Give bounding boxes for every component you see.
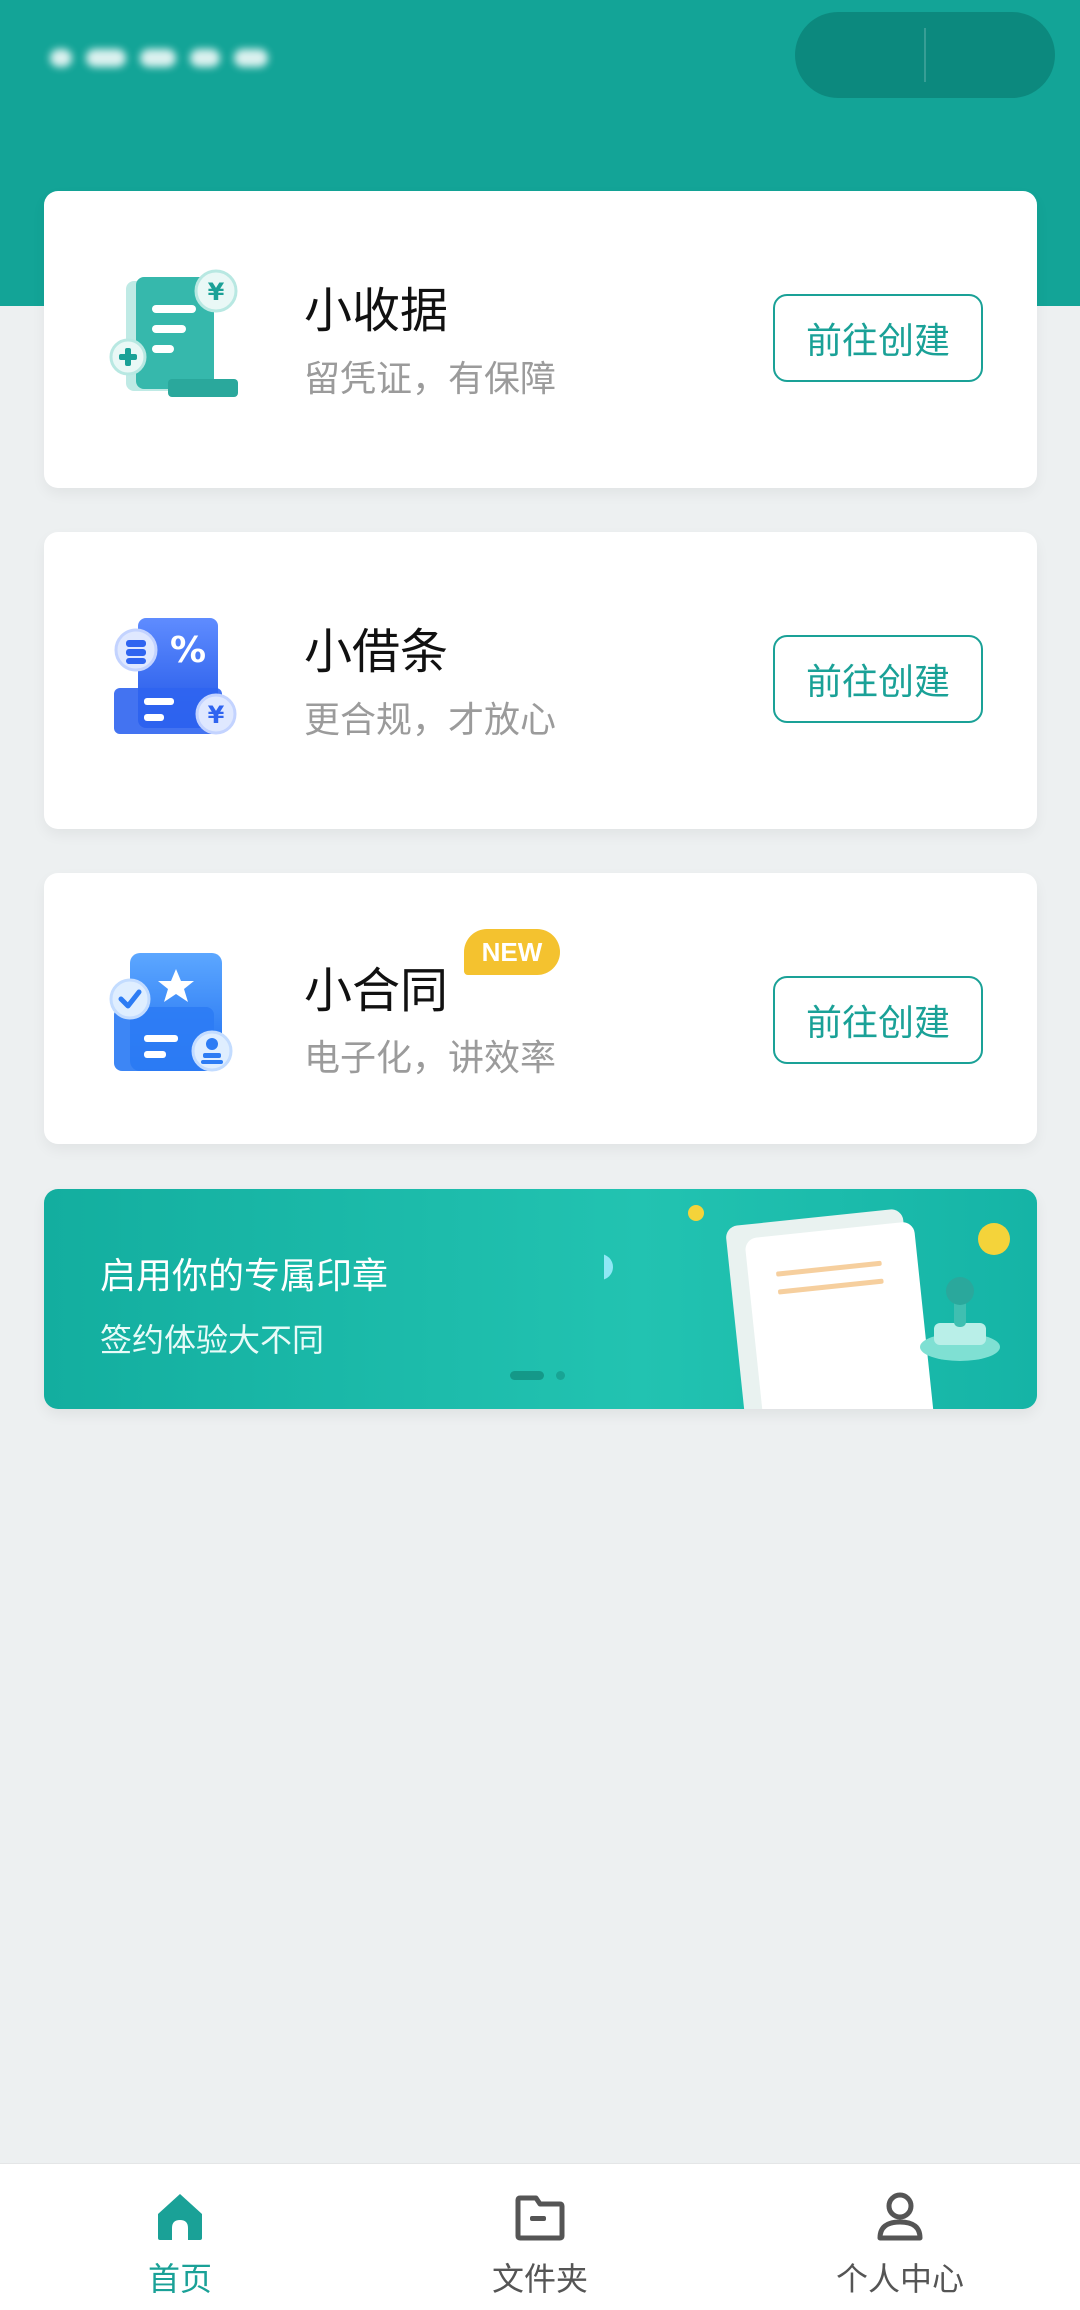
tab-label: 首页 [147,2260,212,2298]
svg-text:%: % [170,630,206,671]
card-contract: NEW 小合同 电子化，讲效率 前往创建 [44,873,1037,1144]
card-title: 小收据 [304,283,449,339]
tab-label: 个人中心 [835,2260,964,2298]
banner-subtitle: 签约体验大不同 [100,1321,325,1359]
card-receipt: ¥ 小收据 留凭证，有保障 前往创建 [44,191,1037,488]
iou-icon: % ¥ [108,610,248,750]
receipt-icon: ¥ [108,269,248,409]
card-subtitle: 更合规，才放心 [304,700,557,741]
create-iou-button[interactable]: 前往创建 [773,635,983,723]
card-iou: % ¥ 小借条 更合规，才放心 前往创建 [44,532,1037,829]
mini-program-capsule[interactable] [795,12,1055,98]
svg-text:¥: ¥ [208,701,225,729]
svg-text:¥: ¥ [208,278,225,306]
bottom-tab-bar: 首页 文件夹 个人中心 [0,2163,1080,2310]
home-icon [158,2194,202,2240]
new-badge: NEW [464,929,560,975]
carousel-dot [556,1371,565,1380]
tab-folder[interactable]: 文件夹 [420,2164,660,2310]
card-title: 小借条 [304,624,449,680]
create-contract-button[interactable]: 前往创建 [773,976,983,1064]
card-subtitle: 电子化，讲效率 [304,1038,557,1079]
tab-profile[interactable]: 个人中心 [780,2164,1020,2310]
seal-promo-banner[interactable]: 启用你的专属印章 签约体验大不同 [44,1189,1037,1409]
card-title: 小合同 [304,963,449,1019]
capsule-divider [924,28,926,82]
folder-icon [515,2195,565,2241]
tab-label: 文件夹 [491,2260,588,2298]
carousel-indicator [510,1371,565,1380]
contract-icon [108,947,248,1087]
tab-home[interactable]: 首页 [60,2164,300,2310]
banner-illustration [604,1205,1010,1409]
banner-title: 启用你的专属印章 [100,1256,389,1297]
card-subtitle: 留凭证，有保障 [304,359,557,400]
create-receipt-button[interactable]: 前往创建 [773,294,983,382]
status-bar [50,36,280,80]
user-icon [877,2192,923,2241]
carousel-dot-active [510,1371,544,1380]
